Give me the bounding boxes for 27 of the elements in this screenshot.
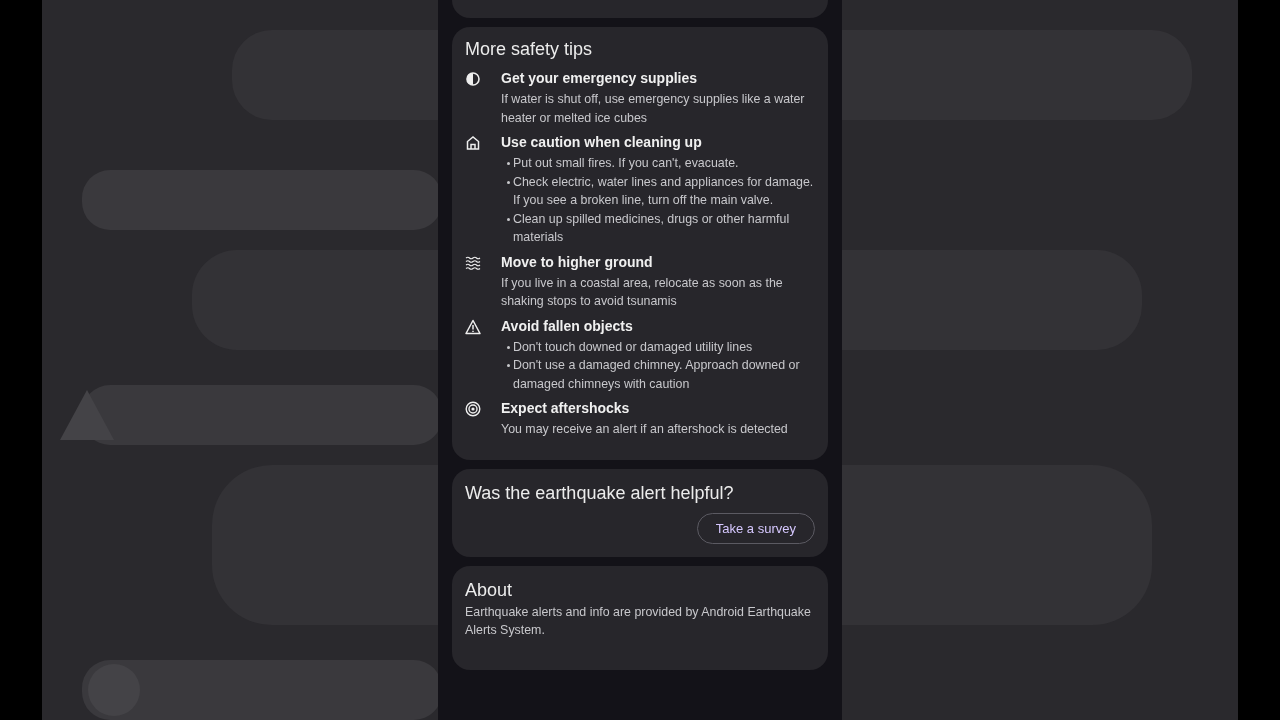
tip-title: Move to higher ground (501, 253, 654, 270)
tip-title: Expect aftershocks (501, 400, 631, 416)
half-circle-icon (465, 71, 481, 87)
warning-icon (465, 318, 481, 335)
bullet-icon (507, 162, 510, 165)
card-title: Was the earthquake alert helpful? (465, 482, 735, 504)
waves-icon (465, 254, 481, 271)
tip-text: If you live in a coastal area, relocate as soon as the shaking stops to avoid tsunamis (501, 274, 784, 310)
tip-text: Check electric, water lines and appliances for damage. If you see a broken line, turn off the main valve. (513, 173, 815, 209)
bullet-icon (507, 180, 510, 184)
tip-text: You may receive an alert if an aftershock is detected (501, 421, 789, 438)
tip-title: Avoid fallen objects (501, 317, 634, 334)
bullet-icon (507, 364, 510, 367)
card-title: More safety tips (465, 39, 594, 60)
house-icon (465, 135, 481, 151)
tip-text: Put out small fires. If you can't, evacuate. (513, 155, 739, 172)
about-text: Earthquake alerts and info are provided by Android Earthquake Alerts System. (465, 603, 812, 639)
bullet-icon (507, 345, 510, 349)
bullet-icon (507, 217, 510, 221)
tip-text: Clean up spilled medicines, drugs or other harmful materials (513, 210, 791, 246)
tip-text: Don't touch downed or damaged utility lines (513, 338, 753, 356)
tip-title: Use caution when cleaning up (501, 134, 703, 150)
tip-title: Get your emergency supplies (501, 70, 699, 86)
tip-text: If water is shut off, use emergency supplies like a water heater or melted ice cubes (501, 91, 806, 127)
target-icon (465, 401, 481, 417)
tip-text: Don't use a damaged chimney. Approach downed or damaged chimneys with caution (513, 357, 801, 393)
card-title: About (465, 579, 514, 601)
